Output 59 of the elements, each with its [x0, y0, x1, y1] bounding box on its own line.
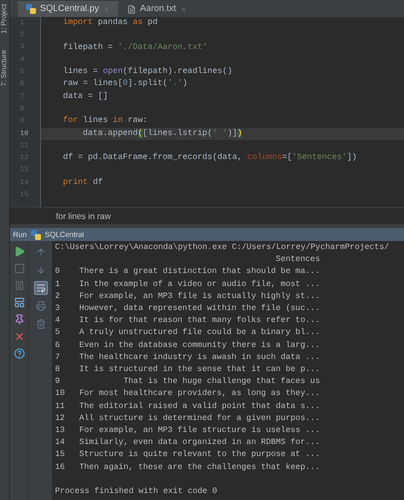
row-index: 5: [55, 328, 60, 338]
row-text: For example, an MP3 file structure is useless ...: [79, 426, 320, 436]
code-line: lines = open(filepath).readlines(): [63, 66, 232, 78]
console-command: C:\Users\Lorrey\Anaconda\python.exe C:/Users/Lorrey/PycharmProjects/: [55, 243, 390, 252]
code-line: filepath = './Data/Aaron.txt': [63, 42, 208, 54]
row-index: 10: [55, 389, 65, 398]
code-line: print df: [63, 176, 103, 189]
column-header: Sentences: [276, 255, 320, 264]
code-line: raw = lines[0].split('.'): [63, 78, 188, 90]
close-icon[interactable]: [180, 6, 188, 12]
pin-icon[interactable]: [14, 314, 24, 325]
close-icon[interactable]: [103, 6, 110, 12]
code-line: df = pd.DataFrame.from_records(data, columns=['Sentences']): [63, 152, 357, 164]
file-tab[interactable]: SQLCentral.py: [18, 1, 118, 17]
row-text: Structure is quite relevant to the purpose at ...: [79, 450, 320, 460]
breadcrumb[interactable]: for lines in raw: [56, 210, 111, 222]
row-text: It is structured in the sense that it can be p...: [79, 365, 320, 374]
python-file-icon: [26, 4, 36, 14]
wrap-icon[interactable]: [34, 281, 48, 295]
row-text: It is for that reason that many folks refer to...: [79, 316, 320, 326]
layout-icon[interactable]: [14, 297, 24, 308]
row-text: In the example of a video or audio file, most ...: [79, 280, 320, 289]
python-file-icon: [30, 230, 41, 240]
row-index: 15: [55, 450, 65, 460]
code-line: data.append([lines.lstrip(' ')]): [82, 128, 242, 140]
help-icon[interactable]: [14, 348, 24, 359]
row-index: 14: [55, 438, 65, 448]
row-index: 1: [55, 280, 60, 289]
row-index: 0: [55, 267, 60, 276]
row-text: For example, an MP3 file is actually highly st...: [79, 292, 320, 301]
row-text: A truly unstructured file could be a binary bl...: [79, 328, 320, 338]
row-index: 7: [55, 352, 60, 362]
row-index: 11: [55, 402, 65, 411]
row-text: However, data represented within the file (suc...: [79, 304, 320, 314]
row-index: 8: [55, 365, 60, 374]
row-index: 2: [55, 292, 60, 301]
row-text: The editorial raised a valid point that data s...: [79, 402, 320, 411]
run-icon[interactable]: [14, 246, 24, 257]
row-text: The healthcare industry is awash in such data ...: [79, 352, 320, 362]
row-text: There is a great distinction that should be ma...: [79, 267, 320, 276]
row-index: 4: [55, 316, 60, 326]
row-text: Then again, these are the challenges that keep...: [79, 462, 320, 472]
row-index: 9: [55, 377, 60, 386]
exit-message: Process finished with exit code 0: [55, 487, 218, 496]
row-text: That is the huge challenge that faces us: [123, 377, 320, 386]
row-text: All structure is determined for a given purpos...: [79, 414, 320, 423]
row-index: 16: [55, 462, 65, 472]
row-index: 3: [55, 304, 60, 314]
row-index: 12: [55, 414, 65, 423]
row-index: 13: [55, 426, 65, 436]
code-line: import pandas as pd: [63, 17, 158, 29]
row-text: Similarly, even data organized in an RDBMS for...: [79, 438, 320, 448]
code-line: data = []: [63, 90, 108, 103]
row-text: Even in the database community there is a larg...: [79, 340, 320, 350]
text-file-icon: [127, 4, 136, 14]
code-line: for lines in raw:: [63, 115, 148, 128]
row-text: For most healthcare providers, as long as they...: [79, 389, 320, 398]
close-icon[interactable]: [14, 331, 24, 342]
row-index: 6: [55, 340, 60, 350]
